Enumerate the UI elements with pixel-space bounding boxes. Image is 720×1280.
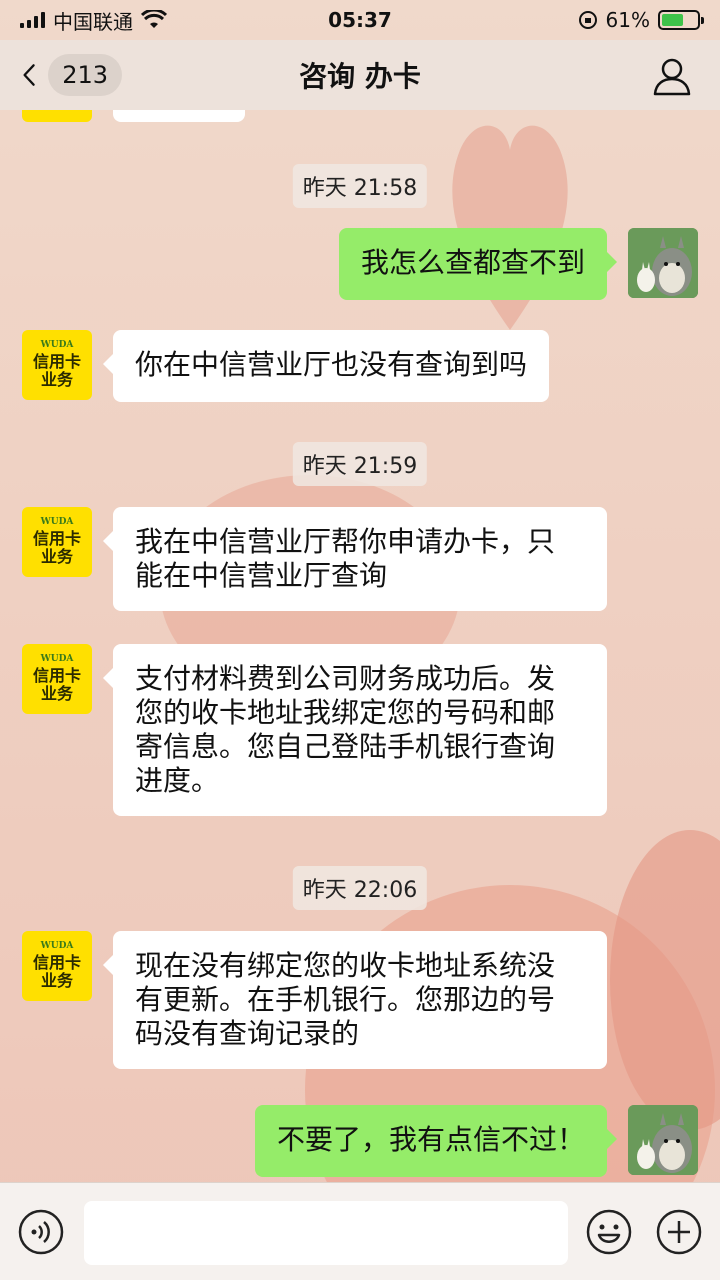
status-bar: 中国联通 05:37 61%	[0, 0, 720, 40]
timestamp: 昨天 21:58	[292, 164, 428, 208]
status-right: 61%	[578, 8, 704, 32]
rotation-lock-icon	[578, 11, 597, 29]
message-line: 现在没有绑定您的收卡地址系统没	[135, 949, 556, 982]
message-line: 寄信息。您自己登陆手机银行查询	[135, 730, 556, 763]
service-avatar-logo: WUDA	[40, 517, 74, 528]
service-avatar-line1: 信用卡	[32, 666, 81, 686]
battery-percent: 61%	[605, 8, 650, 32]
service-avatar-line2: 业务	[40, 683, 73, 703]
message-bubble-incoming[interactable]: 支付材料费到公司财务成功后。发 您的收卡地址我绑定您的号码和邮 寄信息。您自己登…	[103, 644, 607, 816]
message-bubble-incoming[interactable]: 你在中信营业厅也没有查询到吗	[102, 330, 550, 402]
chat-title: 咨询 办卡	[299, 60, 421, 93]
person-icon[interactable]	[652, 56, 692, 96]
message-list[interactable]: 昨天 21:58 我怎么查都查不到 WUDA 信用卡 业务 你在中信营业厅也没有…	[0, 110, 720, 1182]
service-avatar-line1: 信用卡	[32, 529, 81, 549]
battery-fill	[662, 14, 683, 26]
status-left: 中国联通	[20, 6, 167, 35]
timestamp: 昨天 21:59	[292, 442, 428, 486]
wifi-icon	[141, 10, 167, 28]
service-avatar-line1: 信用卡	[32, 352, 81, 372]
totoro-avatar-icon	[628, 228, 698, 298]
message-line: 支付材料费到公司财务成功后。发	[135, 662, 556, 695]
service-avatar-line2: 业务	[40, 369, 73, 389]
voice-icon[interactable]	[18, 1209, 64, 1255]
nav-bar: 213 咨询 办卡	[0, 40, 720, 110]
message-bubble-partial	[113, 110, 245, 122]
timestamp: 昨天 22:06	[292, 866, 428, 910]
avatar-partial	[22, 110, 92, 122]
message-bubble-outgoing[interactable]: 我怎么查都查不到	[338, 228, 618, 300]
totoro-avatar-icon	[628, 1105, 698, 1175]
emoji-icon[interactable]	[586, 1209, 632, 1255]
carrier-label: 中国联通	[53, 9, 133, 34]
message-bubble-incoming[interactable]: 现在没有绑定您的收卡地址系统没 有更新。在手机银行。您那边的号 码没有查询记录的	[103, 931, 607, 1069]
message-line: 您的收卡地址我绑定您的号码和邮	[135, 696, 556, 729]
service-avatar[interactable]: WUDA 信用卡 业务	[22, 644, 92, 714]
service-avatar-line2: 业务	[40, 546, 73, 566]
message-bubble-outgoing[interactable]: 不要了，我有点信不过！	[254, 1105, 618, 1177]
service-avatar[interactable]: WUDA 信用卡 业务	[22, 330, 92, 400]
battery-icon	[658, 10, 704, 30]
message-line: 码没有查询记录的	[135, 1017, 360, 1050]
service-avatar[interactable]: WUDA 信用卡 业务	[22, 507, 92, 577]
my-avatar[interactable]	[628, 228, 698, 298]
service-avatar-logo: WUDA	[40, 941, 74, 952]
message-line: 进度。	[135, 764, 220, 797]
message-bubble-incoming[interactable]: 我在中信营业厅帮你申请办卡，只 能在中信营业厅查询	[103, 507, 607, 611]
message-line: 我在中信营业厅帮你申请办卡，只	[135, 525, 556, 558]
message-line: 能在中信营业厅查询	[135, 559, 388, 592]
service-avatar-line2: 业务	[40, 970, 73, 990]
message-line: 有更新。在手机银行。您那边的号	[135, 983, 556, 1016]
message-input[interactable]	[84, 1201, 568, 1265]
service-avatar-logo: WUDA	[40, 340, 74, 351]
signal-icon	[20, 12, 45, 28]
input-bar	[0, 1182, 720, 1280]
service-avatar-logo: WUDA	[40, 654, 74, 665]
service-avatar-line1: 信用卡	[32, 953, 81, 973]
plus-icon[interactable]	[656, 1209, 702, 1255]
service-avatar[interactable]: WUDA 信用卡 业务	[22, 931, 92, 1001]
my-avatar[interactable]	[628, 1105, 698, 1175]
